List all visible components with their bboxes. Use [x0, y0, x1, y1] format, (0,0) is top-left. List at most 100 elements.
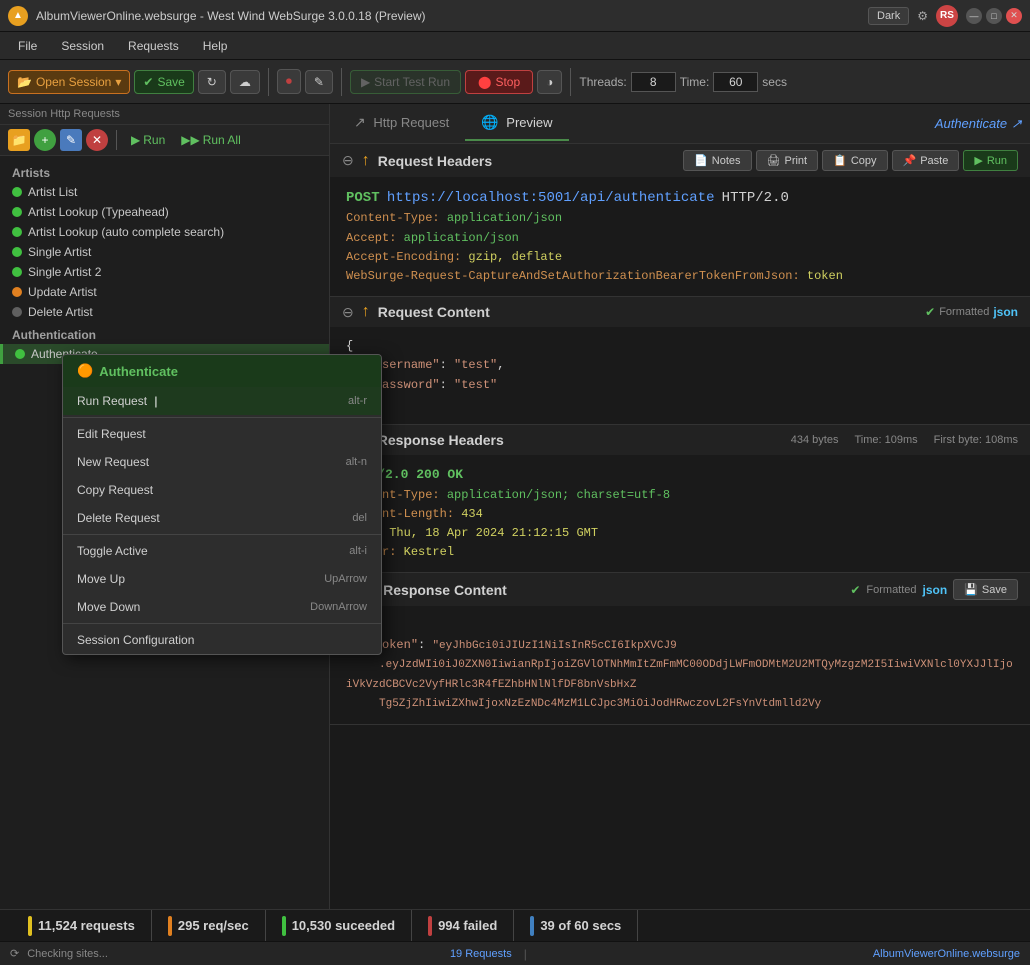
item-label: Artist List	[28, 185, 77, 199]
notes-button[interactable]: 📄 Notes	[683, 150, 751, 171]
stop-label: Stop	[495, 75, 520, 89]
activity-button[interactable]: ◑	[537, 70, 562, 94]
sidebar-add-button[interactable]: +	[34, 129, 56, 151]
response-headers-section: ⊖ ↓ Response Headers 434 bytes Time: 109…	[330, 425, 1030, 574]
request-headers-header: ⊖ ↑ Request Headers 📄 Notes 🖨 Print	[330, 144, 1030, 177]
header-content-type: Content-Type: application/json	[346, 209, 1014, 228]
time-input[interactable]	[713, 72, 758, 92]
ctx-copy-request[interactable]: Copy Request	[63, 476, 381, 504]
request-headers-title: Request Headers	[378, 153, 675, 169]
sidebar-delete-button[interactable]: ✕	[86, 129, 108, 151]
ctx-move-up-label: Move Up	[77, 572, 125, 586]
print-button[interactable]: 🖨 Print	[756, 150, 819, 171]
succeeded-count: 10,530 suceeded	[292, 918, 395, 933]
run-all-button[interactable]: ▶▶ Run All	[175, 131, 247, 149]
paste-icon: 📌	[903, 154, 917, 167]
sidebar-item-delete-artist[interactable]: Delete Artist	[0, 302, 329, 322]
cloud-button[interactable]: ☁	[230, 70, 260, 94]
authenticate-link[interactable]: Authenticate ↗	[935, 116, 1022, 132]
context-menu-title: Authenticate	[99, 364, 178, 379]
ctx-run-label: Run Request |	[77, 394, 158, 408]
sidebar-folder-icon[interactable]: 📁	[8, 129, 30, 151]
status-dot	[15, 349, 25, 359]
sidebar-item-update-artist[interactable]: Update Artist	[0, 282, 329, 302]
ctx-session-config[interactable]: Session Configuration	[63, 626, 381, 654]
ctx-run-shortcut: alt-r	[348, 395, 367, 407]
start-test-button[interactable]: ▶ Start Test Run	[350, 70, 461, 94]
minimize-button[interactable]: —	[966, 8, 982, 24]
menu-file[interactable]: File	[8, 35, 47, 57]
content-area: ⊖ ↑ Request Headers 📄 Notes 🖨 Print	[330, 144, 1030, 909]
sidebar-edit-button[interactable]: ✎	[60, 129, 82, 151]
stop-button[interactable]: ⬤ Stop	[465, 70, 533, 94]
save-icon: 💾	[964, 583, 978, 596]
ctx-delete-request[interactable]: Delete Request del	[63, 504, 381, 532]
ctx-edit-request[interactable]: Edit Request	[63, 420, 381, 448]
timer-value: 39 of 60 secs	[540, 918, 621, 933]
up-arrow-icon-2: ↑	[362, 303, 370, 321]
menu-requests[interactable]: Requests	[118, 35, 189, 57]
edit-button[interactable]: ✎	[305, 70, 333, 94]
close-button[interactable]: ✕	[1006, 8, 1022, 24]
status-dot	[12, 207, 22, 217]
theme-button[interactable]: Dark	[868, 7, 909, 25]
save-label: Save	[157, 75, 184, 89]
tab-http-request[interactable]: ↗ Http Request	[338, 106, 465, 141]
record-button[interactable]: ⏺	[277, 69, 301, 94]
item-label: Update Artist	[28, 285, 97, 299]
paste-button[interactable]: 📌 Paste	[892, 150, 960, 171]
threads-input[interactable]	[631, 72, 676, 92]
requests-segment: 11,524 requests	[12, 910, 152, 941]
gear-icon[interactable]: ⚙	[917, 9, 928, 23]
ctx-toggle-active[interactable]: Toggle Active alt-i	[63, 537, 381, 565]
succeeded-indicator	[282, 916, 286, 936]
ctx-move-down[interactable]: Move Down DownArrow	[63, 593, 381, 621]
ctx-sep-1	[63, 417, 381, 418]
collapse-icon-2[interactable]: ⊖	[342, 304, 354, 321]
resp-header-server: Server: Kestrel	[346, 543, 1014, 562]
ctx-new-request[interactable]: New Request alt-n	[63, 448, 381, 476]
item-label: Single Artist 2	[28, 265, 101, 279]
http-request-line: POST https://localhost:5001/api/authenti…	[346, 187, 1014, 209]
collapse-icon[interactable]: ⊖	[342, 152, 354, 169]
run-button[interactable]: ▶ Run	[125, 131, 171, 149]
ctx-new-label: New Request	[77, 455, 149, 469]
ctx-run-request[interactable]: Run Request | alt-r	[63, 387, 381, 415]
failed-count: 994 failed	[438, 918, 497, 933]
refresh-button[interactable]: ↻	[198, 70, 226, 94]
tab-preview-label: Preview	[506, 115, 552, 130]
menu-help[interactable]: Help	[193, 35, 238, 57]
sidebar-item-artist-list[interactable]: Artist List	[0, 182, 329, 202]
toolbar-divider-2	[341, 68, 342, 96]
item-label: Single Artist	[28, 245, 91, 259]
menu-session[interactable]: Session	[51, 35, 114, 57]
req-per-sec-segment: 295 req/sec	[152, 910, 266, 941]
resp-first-byte: First byte: 108ms	[934, 434, 1018, 446]
item-label: Artist Lookup (auto complete search)	[28, 225, 224, 239]
request-headers-section: ⊖ ↑ Request Headers 📄 Notes 🖨 Print	[330, 144, 1030, 297]
section-artists: Artists	[0, 160, 329, 182]
preview-icon: 🌐	[481, 114, 498, 130]
session-label: AlbumViewerOnline.websurge	[873, 948, 1020, 960]
timer-indicator	[530, 916, 534, 936]
response-save-button[interactable]: 💾 Save	[953, 579, 1018, 600]
sidebar-item-single-artist[interactable]: Single Artist	[0, 242, 329, 262]
ctx-move-up[interactable]: Move Up UpArrow	[63, 565, 381, 593]
timer-segment: 39 of 60 secs	[514, 910, 638, 941]
save-button[interactable]: ✔ Save	[134, 70, 193, 94]
maximize-button[interactable]: □	[986, 8, 1002, 24]
run-request-button[interactable]: ▶ Run	[963, 150, 1018, 171]
ctx-sep-2	[63, 534, 381, 535]
sidebar-item-artist-lookup-typeahead[interactable]: Artist Lookup (Typeahead)	[0, 202, 329, 222]
sidebar-item-single-artist-2[interactable]: Single Artist 2	[0, 262, 329, 282]
copy-button[interactable]: 📋 Copy	[822, 150, 887, 171]
open-session-button[interactable]: 📂 Open Session ▾	[8, 70, 130, 94]
sidebar-item-artist-lookup-auto[interactable]: Artist Lookup (auto complete search)	[0, 222, 329, 242]
section-authentication: Authentication	[0, 322, 329, 344]
status-dot	[12, 187, 22, 197]
resp-json-content: { "token": "eyJhbGci0iJIUzI1NiIsInR5cCI6…	[346, 616, 1014, 714]
ctx-move-down-label: Move Down	[77, 600, 140, 614]
tab-preview[interactable]: 🌐 Preview	[465, 106, 568, 141]
request-content-header: ⊖ ↑ Request Content ✔ Formatted json	[330, 297, 1030, 327]
response-content-header: ⊖ ⬇ Response Content ✔ Formatted json 💾 …	[330, 573, 1030, 606]
